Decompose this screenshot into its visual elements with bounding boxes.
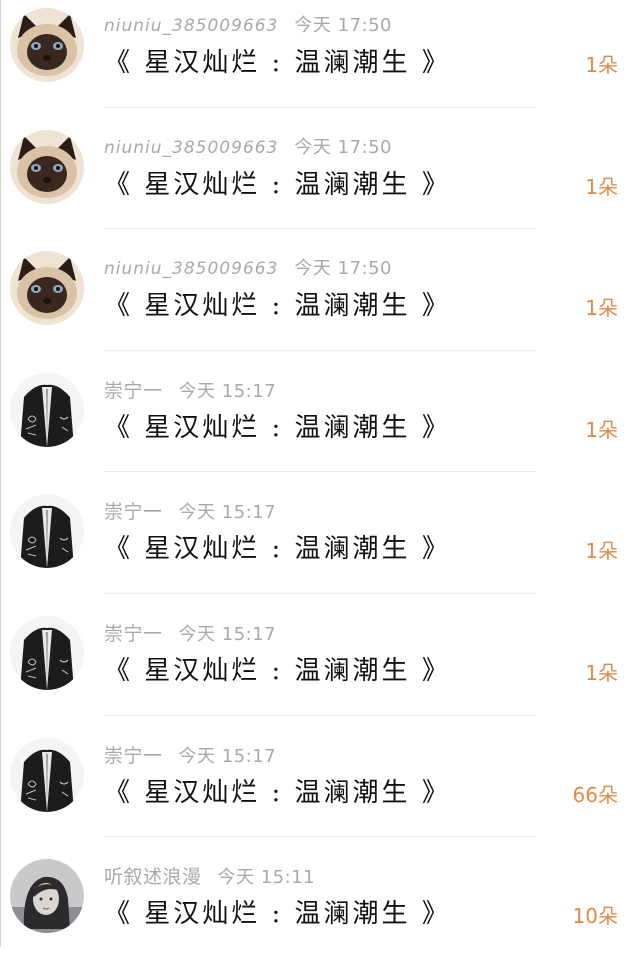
avatar[interactable] xyxy=(10,494,84,569)
avatar[interactable] xyxy=(10,859,84,934)
username[interactable]: niuniu_385009663 xyxy=(104,259,278,279)
list-item[interactable]: niuniu_385009663 今天 17:50 《 星汉灿烂 : 温澜潮生 》… xyxy=(0,122,640,244)
username[interactable]: niuniu_385009663 xyxy=(104,16,278,36)
divider xyxy=(104,592,536,594)
avatar[interactable] xyxy=(10,737,84,812)
list-item[interactable]: niuniu_385009663 今天 17:50 《 星汉灿烂 : 温澜潮生 》… xyxy=(0,243,640,365)
flower-count: 1朵 xyxy=(585,296,618,321)
divider xyxy=(104,714,536,716)
list-item[interactable]: 崇宁一 今天 15:17 《 星汉灿烂 : 温澜潮生 》 1朵 xyxy=(0,608,640,730)
timestamp: 今天 15:17 xyxy=(178,623,277,645)
flower-count: 1朵 xyxy=(585,539,618,564)
username[interactable]: 崇宁一 xyxy=(104,501,163,523)
divider xyxy=(104,349,536,351)
timestamp: 今天 17:50 xyxy=(294,136,392,158)
drama-title: 《 星汉灿烂 : 温澜潮生 》 xyxy=(104,899,451,930)
list-item[interactable]: 崇宁一 今天 15:17 《 星汉灿烂 : 温澜潮生 》 1朵 xyxy=(0,365,640,487)
item-meta: 崇宁一 今天 15:17 xyxy=(104,500,276,524)
item-meta: 听叙述浪漫 今天 15:11 xyxy=(104,865,315,889)
drama-title: 《 星汉灿烂 : 温澜潮生 》 xyxy=(104,534,451,565)
item-meta: 崇宁一 今天 15:17 xyxy=(104,379,276,403)
drama-title: 《 星汉灿烂 : 温澜潮生 》 xyxy=(104,655,451,686)
list-item[interactable]: niuniu_385009663 今天 17:50 《 星汉灿烂 : 温澜潮生 》… xyxy=(0,0,640,122)
flower-count: 10朵 xyxy=(572,904,618,929)
username[interactable]: niuniu_385009663 xyxy=(104,138,278,158)
flower-count: 1朵 xyxy=(585,660,618,685)
divider xyxy=(104,471,536,473)
username[interactable]: 崇宁一 xyxy=(104,380,163,402)
drama-title: 《 星汉灿烂 : 温澜潮生 》 xyxy=(104,48,451,78)
username[interactable]: 崇宁一 xyxy=(104,623,163,645)
timestamp: 今天 15:17 xyxy=(178,745,277,767)
item-meta: 崇宁一 今天 15:17 xyxy=(104,622,276,646)
divider xyxy=(104,106,536,108)
timestamp: 今天 15:17 xyxy=(178,502,277,524)
drama-title: 《 星汉灿烂 : 温澜潮生 》 xyxy=(104,412,451,443)
drama-title: 《 星汉灿烂 : 温澜潮生 》 xyxy=(104,169,451,200)
drama-title: 《 星汉灿烂 : 温澜潮生 》 xyxy=(104,291,451,322)
username[interactable]: 听叙述浪漫 xyxy=(104,866,202,888)
list-item[interactable]: 崇宁一 今天 15:17 《 星汉灿烂 : 温澜潮生 》 66朵 xyxy=(0,730,640,852)
timestamp: 今天 15:17 xyxy=(178,380,277,402)
avatar[interactable] xyxy=(10,615,84,690)
timestamp: 今天 17:50 xyxy=(294,15,392,36)
divider xyxy=(104,836,536,838)
avatar[interactable] xyxy=(10,8,84,82)
flower-count: 1朵 xyxy=(585,53,618,77)
list-item[interactable]: 崇宁一 今天 15:17 《 星汉灿烂 : 温澜潮生 》 1朵 xyxy=(0,486,640,608)
item-meta: niuniu_385009663 今天 17:50 xyxy=(104,257,392,281)
flower-count: 1朵 xyxy=(585,174,618,199)
gift-record-list: niuniu_385009663 今天 17:50 《 星汉灿烂 : 温澜潮生 》… xyxy=(0,0,640,973)
item-meta: niuniu_385009663 今天 17:50 xyxy=(104,14,392,38)
timestamp: 今天 17:50 xyxy=(294,258,392,280)
avatar[interactable] xyxy=(10,251,84,326)
flower-count: 66朵 xyxy=(572,782,618,807)
divider xyxy=(104,228,536,230)
list-item[interactable]: 听叙述浪漫 今天 15:11 《 星汉灿烂 : 温澜潮生 》 10朵 xyxy=(0,851,640,973)
timestamp: 今天 15:11 xyxy=(217,867,316,889)
flower-count: 1朵 xyxy=(585,417,618,442)
item-meta: 崇宁一 今天 15:17 xyxy=(104,744,276,768)
username[interactable]: 崇宁一 xyxy=(104,745,163,767)
item-meta: niuniu_385009663 今天 17:50 xyxy=(104,136,392,160)
avatar[interactable] xyxy=(10,372,84,447)
avatar[interactable] xyxy=(10,129,84,204)
drama-title: 《 星汉灿烂 : 温澜潮生 》 xyxy=(104,777,451,808)
